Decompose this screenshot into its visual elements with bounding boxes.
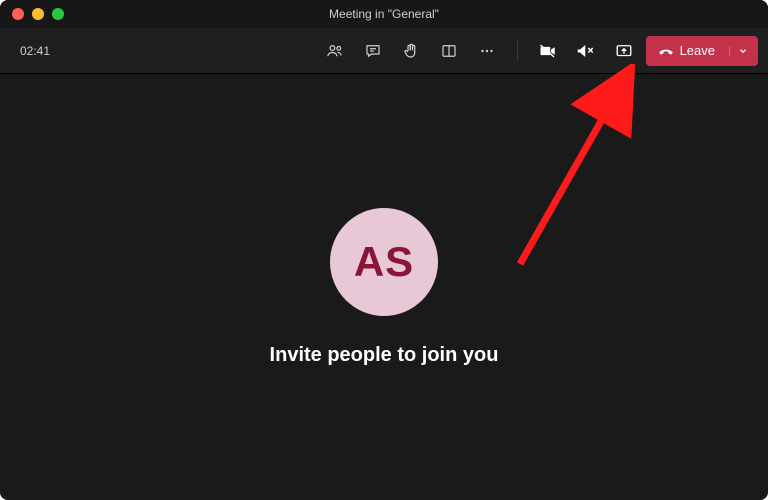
meeting-stage: AS Invite people to join you [0,74,768,500]
chat-icon[interactable] [361,39,385,63]
chevron-down-icon [738,46,748,56]
camera-off-icon[interactable] [536,39,560,63]
window-controls [12,8,64,20]
toolbar-separator [517,41,518,61]
share-screen-icon[interactable] [612,39,636,63]
invite-prompt: Invite people to join you [270,344,499,367]
minimize-window-button[interactable] [32,8,44,20]
avatar-initials: AS [354,238,414,286]
window-title: Meeting in "General" [0,7,768,21]
meeting-toolbar: 02:41 [0,28,768,74]
leave-label: Leave [680,43,715,58]
hangup-icon [658,43,674,59]
user-avatar: AS [330,208,438,316]
meeting-timer: 02:41 [20,44,50,58]
more-options-icon[interactable] [475,39,499,63]
raise-hand-icon[interactable] [399,39,423,63]
leave-main[interactable]: Leave [658,43,715,59]
meeting-window: Meeting in "General" 02:41 [0,0,768,500]
mic-muted-icon[interactable] [574,39,598,63]
titlebar: Meeting in "General" [0,0,768,28]
leave-button[interactable]: Leave [646,36,758,66]
leave-chevron[interactable] [729,46,748,56]
maximize-window-button[interactable] [52,8,64,20]
participants-icon[interactable] [323,39,347,63]
toolbar-icons [323,39,636,63]
rooms-icon[interactable] [437,39,461,63]
annotation-arrow [500,64,670,284]
close-window-button[interactable] [12,8,24,20]
